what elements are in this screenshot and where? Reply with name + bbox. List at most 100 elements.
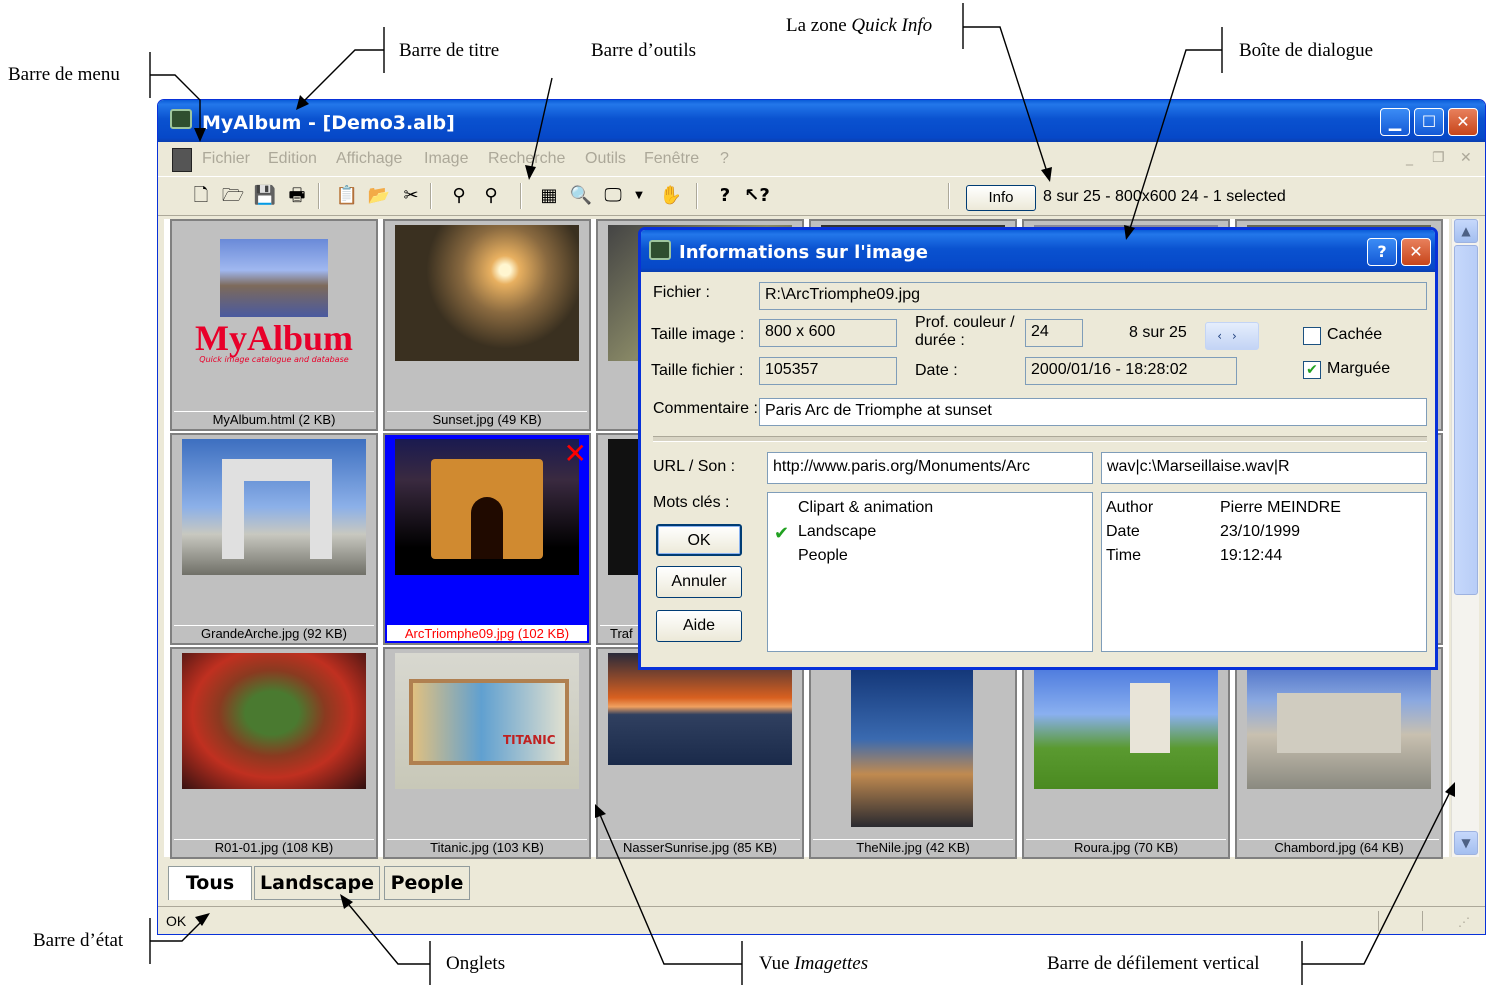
meta-key: Author bbox=[1106, 499, 1154, 516]
annotation-barre-outils: Barre d’outils bbox=[591, 40, 697, 61]
mdi-close-icon[interactable]: ✕ bbox=[1460, 150, 1472, 166]
new-file-icon[interactable]: 🗋 bbox=[188, 183, 214, 209]
mdi-minimize-icon[interactable]: _ bbox=[1406, 150, 1413, 166]
menu-edition[interactable]: Edition bbox=[268, 150, 317, 168]
keyword-check-icon: ✔ bbox=[774, 523, 790, 543]
tab-tous[interactable]: Tous bbox=[168, 866, 252, 900]
maximize-button[interactable]: ☐ bbox=[1414, 108, 1444, 136]
print-icon[interactable]: 🖶 bbox=[284, 183, 310, 209]
find-next-icon[interactable]: ⚲ bbox=[478, 183, 504, 209]
zoom-view-icon[interactable]: 🔍 bbox=[568, 183, 594, 209]
menu-affichage[interactable]: Affichage bbox=[336, 150, 402, 168]
dropdown-arrow-icon[interactable]: ▼ bbox=[626, 183, 652, 209]
save-icon[interactable]: 💾 bbox=[252, 183, 278, 209]
scroll-up-icon[interactable]: ▲ bbox=[1454, 219, 1478, 243]
open-folder-icon[interactable]: 🗁 bbox=[220, 183, 246, 209]
cachee-label: Cachée bbox=[1327, 326, 1383, 343]
slideshow-icon[interactable]: 🖵 bbox=[600, 183, 626, 209]
thumbnail-tile[interactable]: TheNile.jpg (42 KB) bbox=[809, 647, 1017, 859]
thumbnail-image bbox=[395, 439, 579, 575]
document-icon bbox=[172, 148, 192, 172]
menu-fichier[interactable]: Fichier bbox=[202, 150, 250, 168]
thumbnail-tile[interactable]: Chambord.jpg (64 KB) bbox=[1235, 647, 1443, 859]
cachee-checkbox[interactable] bbox=[1303, 327, 1321, 345]
vertical-scrollbar[interactable]: ▲ ▼ bbox=[1451, 219, 1479, 857]
commentaire-input[interactable]: Paris Arc de Triomphe at sunset bbox=[759, 398, 1427, 426]
dialog-title-bar[interactable]: Informations sur l'image ? ✕ bbox=[641, 230, 1435, 272]
taille-fichier-label: Taille fichier : bbox=[651, 362, 744, 379]
keyword-item[interactable]: People bbox=[798, 547, 848, 565]
son-input[interactable]: wav|c:\Marseillaise.wav|R bbox=[1101, 452, 1427, 484]
paste-icon[interactable]: 📋 bbox=[334, 183, 360, 209]
close-button[interactable]: ✕ bbox=[1448, 108, 1478, 136]
thumbnail-tile-selected[interactable]: ✕ ArcTriomphe09.jpg (102 KB) bbox=[383, 433, 591, 645]
menu-image[interactable]: Image bbox=[424, 150, 468, 168]
aide-button[interactable]: Aide bbox=[656, 610, 742, 642]
thumbnail-tile[interactable]: GrandeArche.jpg (92 KB) bbox=[170, 433, 378, 645]
url-input[interactable]: http://www.paris.org/Monuments/Arc bbox=[767, 452, 1093, 484]
scroll-thumb[interactable] bbox=[1454, 245, 1478, 595]
thumbnail-tile[interactable]: NasserSunrise.jpg (85 KB) bbox=[596, 647, 804, 859]
menu-outils[interactable]: Outils bbox=[585, 150, 626, 168]
prof-couleur-field: 24 bbox=[1025, 319, 1083, 347]
thumbnail-tile[interactable]: Sunset.jpg (49 KB) bbox=[383, 219, 591, 431]
thumbnails-view-icon[interactable]: ▦ bbox=[536, 183, 562, 209]
toolbar-separator bbox=[696, 183, 698, 209]
status-pane-divider bbox=[1422, 911, 1424, 931]
hand-icon[interactable]: ✋ bbox=[658, 183, 684, 209]
thumbnail-image bbox=[182, 439, 366, 575]
marquee-checkbox[interactable]: ✔ bbox=[1303, 361, 1321, 379]
keyword-item[interactable]: Clipart & animation bbox=[798, 499, 933, 517]
marked-x-icon: ✕ bbox=[563, 437, 587, 470]
find-binoculars-icon[interactable]: ⚲ bbox=[446, 183, 472, 209]
menu-help[interactable]: ? bbox=[720, 150, 729, 168]
cut-icon[interactable]: ✂ bbox=[398, 183, 424, 209]
mdi-restore-icon[interactable]: ❐ bbox=[1432, 150, 1445, 166]
minimize-button[interactable]: ▁ bbox=[1380, 108, 1410, 136]
resize-grip-icon[interactable]: ⋰ bbox=[1458, 915, 1470, 929]
annuler-button[interactable]: Annuler bbox=[656, 566, 742, 598]
annotation-onglets: Onglets bbox=[446, 953, 506, 974]
quick-info-text: 8 sur 25 - 800x600 24 - 1 selected bbox=[1043, 188, 1286, 205]
keywords-list[interactable]: Clipart & animation ✔ Landscape People bbox=[767, 492, 1093, 652]
dialog-close-button[interactable]: ✕ bbox=[1401, 238, 1431, 266]
thumbnail-tile[interactable]: R01-01.jpg (108 KB) bbox=[170, 647, 378, 859]
keyword-item[interactable]: Landscape bbox=[798, 523, 876, 541]
thumbnail-caption: MyAlbum.html (2 KB) bbox=[174, 411, 374, 427]
prof-label-line2: durée : bbox=[915, 332, 965, 349]
thumbnail-image: TITANIC bbox=[395, 653, 579, 789]
scroll-down-icon[interactable]: ▼ bbox=[1454, 831, 1478, 855]
context-help-icon[interactable]: ↖? bbox=[744, 183, 770, 209]
date-field: 2000/01/16 - 18:28:02 bbox=[1025, 357, 1237, 385]
thumbnail-image bbox=[1247, 653, 1431, 789]
tab-landscape[interactable]: Landscape bbox=[254, 866, 380, 900]
help-icon[interactable]: ? bbox=[712, 183, 738, 209]
logo-picture bbox=[220, 239, 328, 317]
position-text: 8 sur 25 bbox=[1129, 324, 1187, 341]
menu-bar: Fichier Edition Affichage Image Recherch… bbox=[158, 142, 1485, 176]
title-bar[interactable]: MyAlbum - [Demo3.alb] ▁ ☐ ✕ bbox=[158, 100, 1485, 142]
thumbnail-tile[interactable]: TITANIC Titanic.jpg (103 KB) bbox=[383, 647, 591, 859]
annotation-vue-imagettes: Vue Imagettes bbox=[759, 953, 868, 975]
dialog-title: Informations sur l'image bbox=[679, 242, 928, 263]
info-button[interactable]: Info bbox=[966, 185, 1036, 211]
metadata-list[interactable]: Author Pierre MEINDRE Date 23/10/1999 Ti… bbox=[1101, 492, 1427, 652]
ok-button[interactable]: OK bbox=[656, 524, 742, 556]
meta-key: Date bbox=[1106, 523, 1140, 540]
thumbnail-tile[interactable]: MyAlbum Quick image catalogue and databa… bbox=[170, 219, 378, 431]
menu-recherche[interactable]: Recherche bbox=[488, 150, 565, 168]
status-pane-divider bbox=[1378, 911, 1380, 931]
prev-next-icon[interactable]: ‹› bbox=[1205, 322, 1259, 350]
status-text: OK bbox=[166, 913, 187, 929]
toolbar-separator bbox=[318, 183, 320, 209]
new-folder-icon[interactable]: 📂 bbox=[366, 183, 392, 209]
thumbnail-caption: ArcTriomphe09.jpg (102 KB) bbox=[387, 625, 587, 641]
date-label: Date : bbox=[915, 362, 958, 379]
meta-value: 19:12:44 bbox=[1220, 547, 1283, 564]
menu-fenetre[interactable]: Fenêtre bbox=[644, 150, 699, 168]
tab-people[interactable]: People bbox=[384, 866, 470, 900]
thumbnail-caption: Sunset.jpg (49 KB) bbox=[387, 411, 587, 427]
meta-key: Time bbox=[1106, 547, 1141, 564]
thumbnail-tile[interactable]: Roura.jpg (70 KB) bbox=[1022, 647, 1230, 859]
dialog-help-button[interactable]: ? bbox=[1367, 238, 1397, 266]
